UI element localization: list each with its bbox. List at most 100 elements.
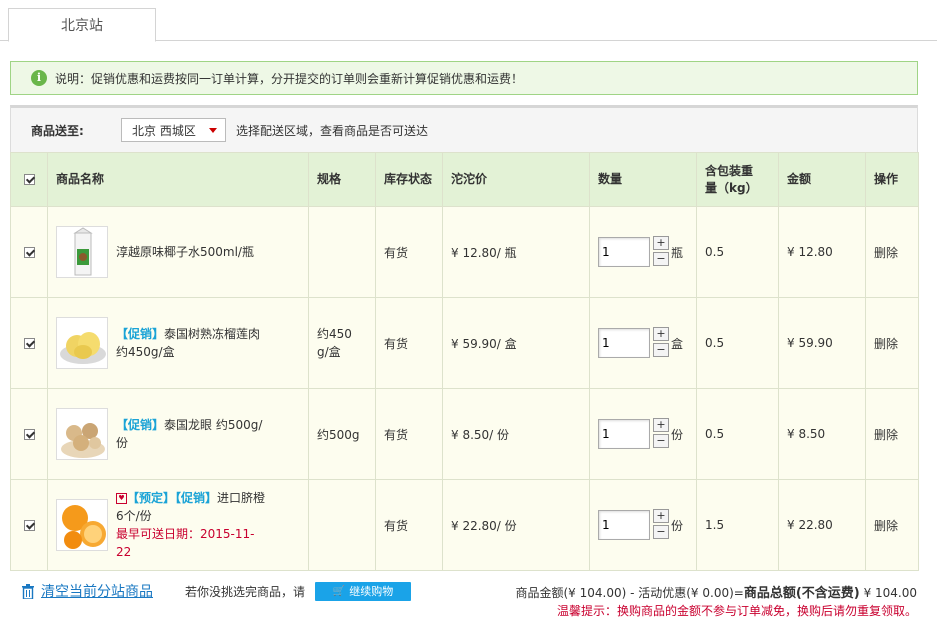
product-title[interactable]: 淳越原味椰子水500ml/瓶 xyxy=(116,243,266,261)
station-tabbar: 北京站 xyxy=(0,0,937,42)
weight-cell: 0.5 xyxy=(696,297,779,389)
quantity-input[interactable]: 1 xyxy=(598,419,650,449)
stock-cell: 有货 xyxy=(375,297,443,389)
decrement-button[interactable]: − xyxy=(653,434,669,448)
stock-cell: 有货 xyxy=(375,388,443,480)
header-name: 商品名称 xyxy=(47,152,309,207)
delete-link[interactable]: 删除 xyxy=(865,388,919,480)
qty-cell: 1 + − 份 xyxy=(589,388,697,480)
stock-cell: 有货 xyxy=(375,206,443,298)
qty-unit: 份 xyxy=(671,427,684,442)
amount-cell: ¥ 12.80 xyxy=(778,206,866,298)
qty-cell: 1 + − 份 xyxy=(589,479,697,571)
header-weight-line1: 含包装重 xyxy=(705,163,754,178)
increment-button[interactable]: + xyxy=(653,418,669,432)
product-cell: 【促销】泰国龙眼 约500g/份 xyxy=(47,388,309,480)
increment-button[interactable]: + xyxy=(653,327,669,341)
product-image-coconut[interactable] xyxy=(56,226,108,278)
continue-shopping-button[interactable]: 🛒 继续购物 xyxy=(315,581,412,601)
row-checkbox[interactable] xyxy=(23,247,35,258)
row-check-cell xyxy=(10,297,48,389)
product-image-durian[interactable] xyxy=(56,317,108,369)
delete-link[interactable]: 删除 xyxy=(865,297,919,389)
product-title-block[interactable]: 【促销】泰国树熟冻榴莲肉约450g/盒 xyxy=(116,325,266,361)
spec-cell xyxy=(308,206,376,298)
table-row: ♥ 【预定】【促销】进口脐橙 6个/份 最早可送日期：2015-11-22 有货 … xyxy=(10,479,919,571)
shipping-bar: 商品送至: 北京 西城区 选择配送区域，查看商品是否可送达 xyxy=(10,105,918,153)
header-weight-line2: 量（kg） xyxy=(705,180,758,195)
table-row: 淳越原味椰子水500ml/瓶 有货 ¥ 12.80/ 瓶 1 + − 瓶 0.5… xyxy=(10,206,919,298)
earliest-ship-date: 最早可送日期：2015-11-22 xyxy=(116,527,255,559)
product-image-orange[interactable] xyxy=(56,499,108,551)
product-title-block[interactable]: ♥ 【预定】【促销】进口脐橙 6个/份 最早可送日期：2015-11-22 xyxy=(116,489,266,561)
row-checkbox[interactable] xyxy=(23,429,35,440)
footer-actions: 清空当前分站商品 若你没挑选完商品，请 🛒 继续购物 xyxy=(22,581,412,601)
price-cell: ¥ 22.80/ 份 xyxy=(442,479,590,571)
row-checkbox[interactable] xyxy=(23,520,35,531)
cart-table: 商品名称 规格 库存状态 沱沱价 数量 含包装重 量（kg） 金额 操作 淳越原… xyxy=(10,152,919,571)
table-header-row: 商品名称 规格 库存状态 沱沱价 数量 含包装重 量（kg） 金额 操作 xyxy=(10,152,919,207)
tab-beijing[interactable]: 北京站 xyxy=(8,8,156,42)
region-select[interactable]: 北京 西城区 xyxy=(121,118,226,142)
promo-tag: 【促销】 xyxy=(175,491,218,505)
product-image-longan[interactable] xyxy=(56,408,108,460)
decrement-button[interactable]: − xyxy=(653,525,669,539)
delete-link[interactable]: 删除 xyxy=(865,206,919,298)
order-totals: 商品金额(¥ 104.00) - 活动优惠(¥ 0.00)=商品总额(不含运费)… xyxy=(515,582,917,601)
amount-cell: ¥ 59.90 xyxy=(778,297,866,389)
totals-breakdown: 商品金额(¥ 104.00) - 活动优惠(¥ 0.00)= xyxy=(515,586,744,600)
price-cell: ¥ 12.80/ 瓶 xyxy=(442,206,590,298)
region-value: 北京 西城区 xyxy=(132,123,196,138)
qty-unit: 份 xyxy=(671,518,684,533)
shipping-label: 商品送至: xyxy=(31,123,84,138)
weight-cell: 1.5 xyxy=(696,479,779,571)
weight-cell: 0.5 xyxy=(696,388,779,480)
select-all-cell xyxy=(10,152,48,207)
qty-cell: 1 + − 盒 xyxy=(589,297,697,389)
trash-icon[interactable] xyxy=(22,583,34,600)
product-cell: 淳越原味椰子水500ml/瓶 xyxy=(47,206,309,298)
heart-icon: ♥ xyxy=(116,493,127,504)
clear-cart-link[interactable]: 清空当前分站商品 xyxy=(41,581,153,601)
cart-icon: 🛒 xyxy=(332,585,346,597)
stock-cell: 有货 xyxy=(375,479,443,571)
increment-button[interactable]: + xyxy=(653,236,669,250)
quantity-input[interactable]: 1 xyxy=(598,510,650,540)
header-price: 沱沱价 xyxy=(442,152,590,207)
info-icon: i xyxy=(31,70,47,86)
caret-down-icon xyxy=(209,127,217,133)
header-weight: 含包装重量（kg） xyxy=(696,152,779,207)
spec-cell: 约500g xyxy=(308,388,376,480)
product-cell: ♥ 【预定】【促销】进口脐橙 6个/份 最早可送日期：2015-11-22 xyxy=(47,479,309,571)
promo-tag: 【促销】 xyxy=(116,327,165,341)
product-title-block[interactable]: 【促销】泰国龙眼 约500g/份 xyxy=(116,416,266,452)
continue-hint: 若你没挑选完商品，请 xyxy=(185,584,306,599)
header-amount: 金额 xyxy=(778,152,866,207)
table-row: 【促销】泰国龙眼 约500g/份 约500g 有货 ¥ 8.50/ 份 1 + … xyxy=(10,388,919,480)
delete-link[interactable]: 删除 xyxy=(865,479,919,571)
shipping-hint: 选择配送区域，查看商品是否可送达 xyxy=(236,123,429,138)
header-stock: 库存状态 xyxy=(375,152,443,207)
row-check-cell xyxy=(10,388,48,480)
quantity-input[interactable]: 1 xyxy=(598,328,650,358)
totals-value: ¥ 104.00 xyxy=(863,586,917,600)
notice-banner: i 说明：促销优惠和运费按同一订单计算，分开提交的订单则会重新计算促销优惠和运费… xyxy=(10,61,918,95)
decrement-button[interactable]: − xyxy=(653,343,669,357)
totals-label: 商品总额(不含运费) xyxy=(743,586,860,601)
select-all-checkbox[interactable] xyxy=(23,174,35,185)
preorder-tag: 【预定】 xyxy=(127,491,176,505)
quantity-input[interactable]: 1 xyxy=(598,237,650,267)
qty-cell: 1 + − 瓶 xyxy=(589,206,697,298)
product-cell: 【促销】泰国树熟冻榴莲肉约450g/盒 xyxy=(47,297,309,389)
continue-shopping-label: 继续购物 xyxy=(349,585,394,598)
amount-cell: ¥ 8.50 xyxy=(778,388,866,480)
price-cell: ¥ 59.90/ 盒 xyxy=(442,297,590,389)
decrement-button[interactable]: − xyxy=(653,252,669,266)
increment-button[interactable]: + xyxy=(653,509,669,523)
price-cell: ¥ 8.50/ 份 xyxy=(442,388,590,480)
header-qty: 数量 xyxy=(589,152,697,207)
notice-text: 说明：促销优惠和运费按同一订单计算，分开提交的订单则会重新计算促销优惠和运费！ xyxy=(55,71,524,86)
header-ops: 操作 xyxy=(865,152,919,207)
row-checkbox[interactable] xyxy=(23,338,35,349)
row-check-cell xyxy=(10,479,48,571)
